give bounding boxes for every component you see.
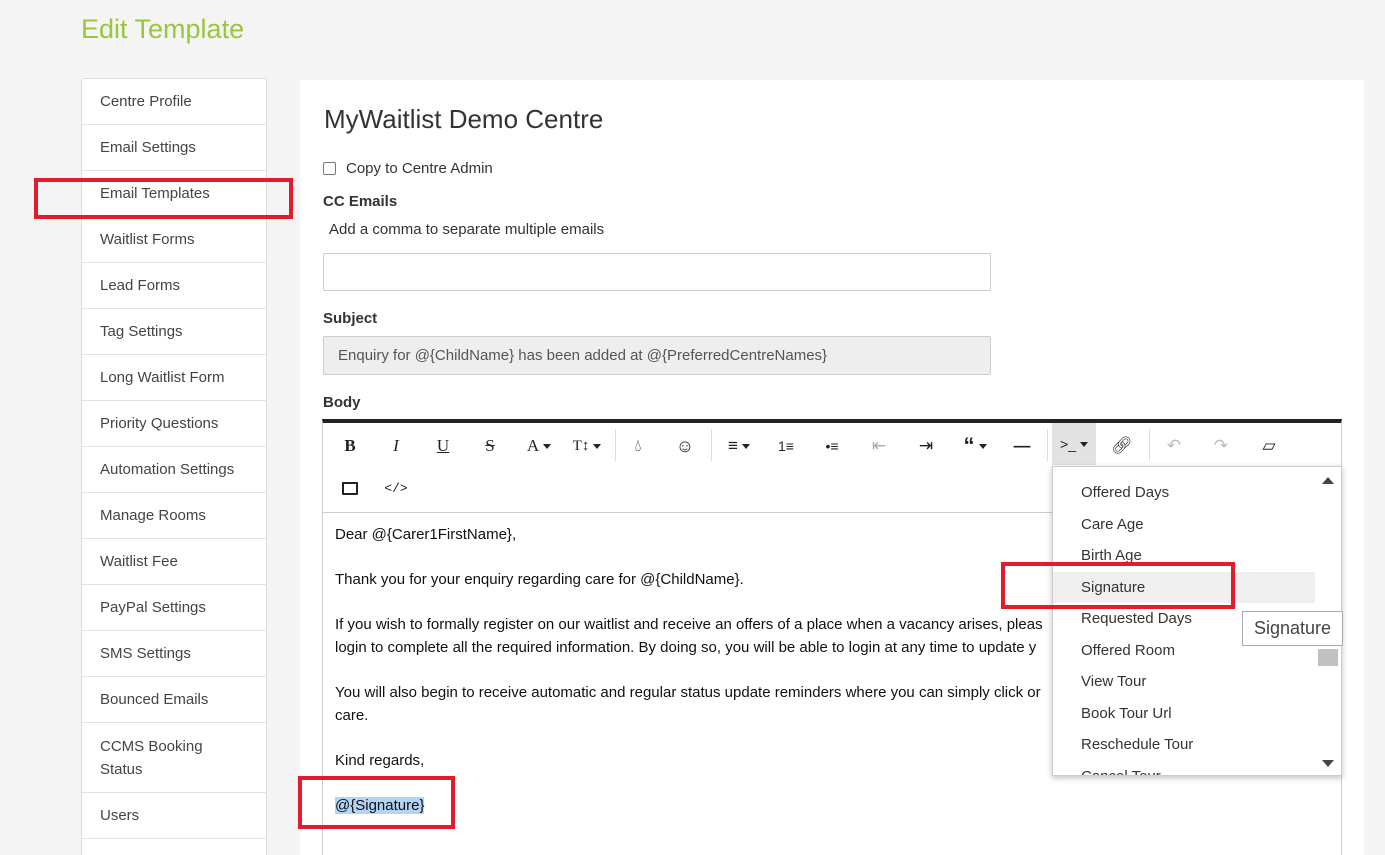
sidebar-item-paypal-settings[interactable]: PayPal Settings (82, 585, 266, 631)
placeholder-dropdown-button[interactable]: >_ (1052, 423, 1096, 465)
clear-format-button[interactable]: ▱ (1252, 425, 1286, 467)
sidebar-item-centre-profile[interactable]: Centre Profile (82, 79, 266, 125)
font-color-dropdown[interactable]: A (519, 425, 559, 467)
indent-icon: ⇥ (918, 436, 934, 455)
dropdown-item-signature[interactable]: Signature (1053, 572, 1317, 603)
underline-button[interactable]: U (426, 425, 460, 467)
sidebar-item-ccms-booking-status[interactable]: CCMS Booking Status (82, 723, 266, 793)
link-icon: 🔗︎ (1111, 436, 1133, 455)
scrollbar-thumb[interactable] (1318, 649, 1338, 666)
dropdown-item-view-tour[interactable]: View Tour (1053, 666, 1317, 697)
minus-icon: — (1013, 436, 1031, 455)
smiley-icon: ☺ (675, 435, 695, 456)
redo-icon: ↷ (1213, 436, 1229, 455)
sidebar-item-waitlist-forms[interactable]: Waitlist Forms (82, 217, 266, 263)
code-view-button[interactable]: </> (379, 467, 413, 509)
outdent-button[interactable]: ⇤ (862, 425, 896, 467)
copy-to-admin-label: Copy to Centre Admin (346, 160, 493, 177)
signature-tooltip: Signature (1242, 611, 1343, 646)
indent-button[interactable]: ⇥ (909, 425, 943, 467)
bold-button[interactable]: B (333, 425, 367, 467)
cc-emails-hint: Add a comma to separate multiple emails (329, 221, 605, 238)
settings-sidebar: Centre Profile Email Settings Email Temp… (81, 78, 267, 855)
terminal-icon: >_ (1060, 436, 1076, 452)
sidebar-item-priority-questions[interactable]: Priority Questions (82, 401, 266, 447)
dropdown-item-book-tour-url[interactable]: Book Tour Url (1053, 698, 1317, 729)
sidebar-item-tag-settings[interactable]: Tag Settings (82, 309, 266, 355)
sidebar-item-email-settings[interactable]: Email Settings (82, 125, 266, 171)
scroll-down-icon[interactable] (1322, 760, 1334, 767)
dropdown-item-care-age[interactable]: Care Age (1053, 509, 1317, 540)
eraser-icon: ▱ (1262, 436, 1276, 455)
dropdown-item-birth-age[interactable]: Birth Age (1053, 540, 1317, 571)
signature-token[interactable]: @{Signature} (335, 797, 425, 814)
align-left-icon: ≡ (728, 436, 738, 455)
dropdown-item-cancel-tour[interactable]: Cancel Tour (1053, 761, 1317, 775)
sidebar-item-users[interactable]: Users (82, 793, 266, 839)
droplet-icon: 💧︎ (634, 436, 642, 455)
chevron-down-icon (593, 443, 602, 449)
image-icon (342, 481, 358, 495)
align-dropdown[interactable]: ≡ (719, 425, 759, 467)
ordered-list-icon: 1≡ (778, 438, 794, 454)
sidebar-item-waitlist-fee[interactable]: Waitlist Fee (82, 539, 266, 585)
undo-icon: ↶ (1166, 436, 1182, 455)
chevron-down-icon (741, 443, 750, 449)
outdent-icon: ⇤ (871, 436, 887, 455)
cc-emails-input[interactable] (323, 253, 991, 291)
italic-button[interactable]: I (379, 425, 413, 467)
highlight-button[interactable]: 💧︎ (621, 425, 655, 467)
emoji-button[interactable]: ☺ (668, 425, 702, 467)
quote-icon: “ (963, 433, 975, 458)
scroll-up-icon[interactable] (1322, 477, 1334, 484)
centre-title: MyWaitlist Demo Centre (324, 104, 604, 134)
strikethrough-button[interactable]: S (473, 425, 507, 467)
blockquote-dropdown[interactable]: “ (955, 425, 995, 467)
link-button[interactable]: 🔗︎ (1105, 425, 1139, 467)
sidebar-item-manage-rooms[interactable]: Manage Rooms (82, 493, 266, 539)
sidebar-item-long-waitlist-form[interactable]: Long Waitlist Form (82, 355, 266, 401)
dropdown-item-offered-days[interactable]: Offered Days (1053, 477, 1317, 508)
sidebar-item-bounced-emails[interactable]: Bounced Emails (82, 677, 266, 723)
sidebar-item-automation-settings[interactable]: Automation Settings (82, 447, 266, 493)
subject-input[interactable]: Enquiry for @{ChildName} has been added … (323, 336, 991, 375)
sidebar-item-sms-settings[interactable]: SMS Settings (82, 631, 266, 677)
ordered-list-button[interactable]: 1≡ (769, 425, 803, 467)
chevron-down-icon (978, 443, 987, 449)
redo-button[interactable]: ↷ (1204, 425, 1238, 467)
page-title: Edit Template (81, 14, 245, 44)
undo-button[interactable]: ↶ (1157, 425, 1191, 467)
sidebar-item-lead-forms[interactable]: Lead Forms (82, 263, 266, 309)
insert-image-button[interactable] (333, 467, 367, 509)
chevron-down-icon (543, 443, 552, 449)
cc-emails-label: CC Emails (323, 193, 398, 210)
chevron-down-icon (1079, 441, 1088, 447)
unordered-list-button[interactable]: •≡ (815, 425, 849, 467)
copy-to-admin-checkbox[interactable] (323, 162, 336, 175)
subject-label: Subject (323, 310, 378, 327)
font-size-dropdown[interactable]: T↕ (567, 425, 607, 467)
dropdown-item-reschedule-tour[interactable]: Reschedule Tour (1053, 729, 1317, 760)
body-label: Body (323, 394, 361, 411)
bullet-list-icon: •≡ (825, 438, 839, 454)
horizontal-rule-button[interactable]: — (1005, 425, 1039, 467)
code-icon: </> (384, 480, 408, 496)
sidebar-item-email-templates[interactable]: Email Templates (82, 171, 266, 217)
copy-to-admin-row[interactable]: Copy to Centre Admin (323, 160, 493, 177)
